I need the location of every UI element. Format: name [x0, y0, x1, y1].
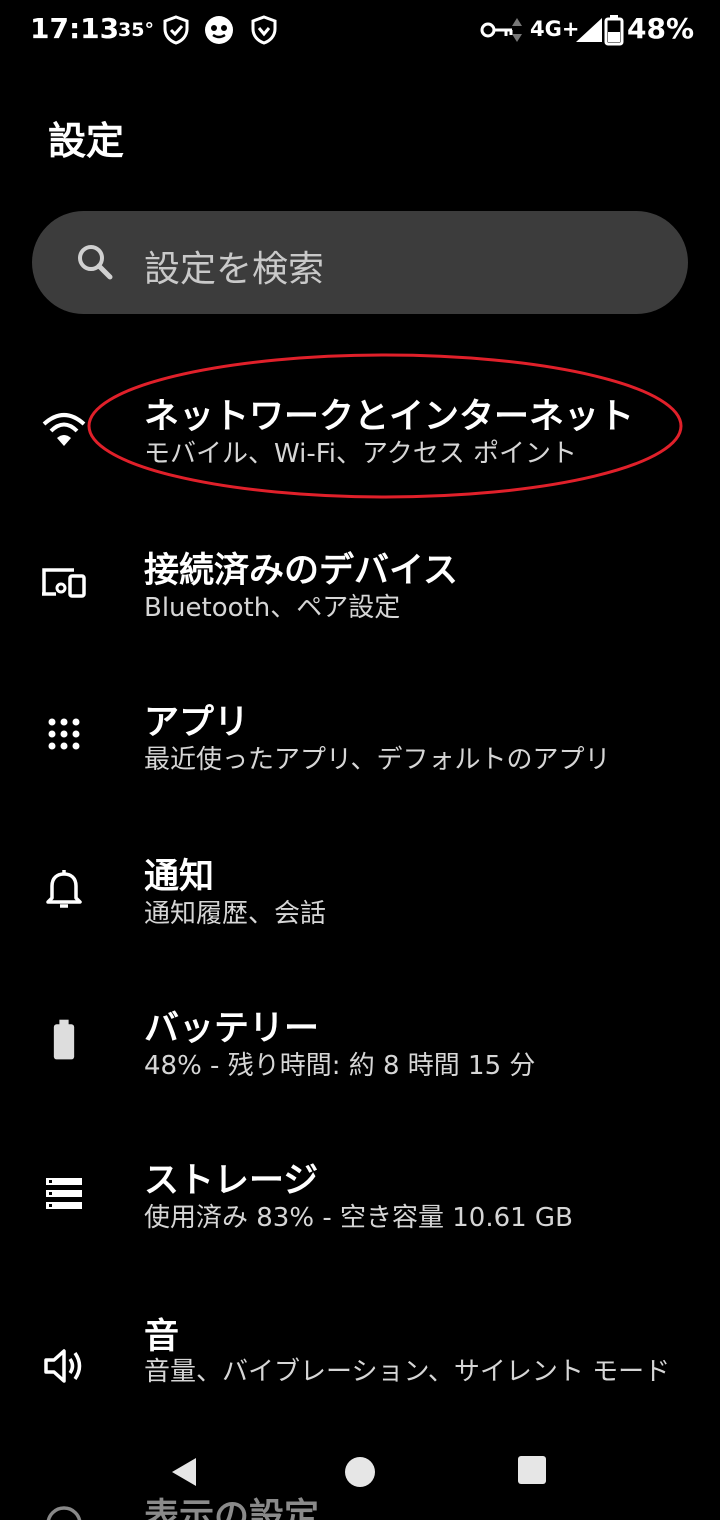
settings-item-connected-devices[interactable]: 接続済みのデバイス Bluetooth、ペア設定 — [0, 516, 720, 656]
status-bar: 17:13 35° 4G+ 48% — [0, 0, 720, 62]
item-title: バッテリー — [144, 1009, 320, 1049]
item-subtitle: モバイル、Wi-Fi、アクセス ポイント — [144, 439, 577, 469]
storage-icon — [46, 1178, 82, 1209]
apps-grid-icon — [48, 718, 80, 750]
battery-percentage: 48% — [627, 12, 695, 45]
item-title: アプリ — [144, 703, 250, 743]
wifi-icon — [42, 413, 86, 446]
item-subtitle: 音量、バイブレーション、サイレント モード — [144, 1357, 671, 1387]
item-title: ネットワークとインターネット — [144, 397, 635, 437]
search-bar[interactable]: 設定を検索 — [32, 211, 688, 314]
settings-item-network[interactable]: ネットワークとインターネット モバイル、Wi-Fi、アクセス ポイント — [0, 362, 720, 502]
settings-item-battery[interactable]: バッテリー 48% - 残り時間: 約 8 時間 15 分 — [0, 974, 720, 1114]
item-subtitle: Bluetooth、ペア設定 — [144, 593, 401, 623]
battery-icon — [53, 1019, 75, 1060]
data-arrows-icon — [512, 18, 522, 42]
shield-check-icon — [163, 15, 189, 45]
search-placeholder: 設定を検索 — [144, 249, 325, 290]
signal-icon — [576, 18, 602, 42]
bell-icon — [46, 870, 82, 908]
item-subtitle: 48% - 残り時間: 約 8 時間 15 分 — [144, 1051, 536, 1081]
devices-icon — [42, 568, 86, 598]
settings-item-storage[interactable]: ストレージ 使用済み 83% - 空き容量 10.61 GB — [0, 1126, 720, 1266]
face-icon — [205, 16, 233, 44]
back-icon[interactable] — [166, 1454, 202, 1490]
page-title: 設定 — [48, 119, 125, 163]
shield-icon — [251, 15, 277, 45]
volume-icon — [44, 1349, 82, 1383]
settings-item-sound[interactable]: 音 音量、バイブレーション、サイレント モード — [0, 1280, 720, 1430]
settings-item-apps[interactable]: アプリ 最近使ったアプリ、デフォルトのアプリ — [0, 668, 720, 808]
status-time: 17:13 — [30, 12, 120, 45]
home-icon[interactable] — [342, 1454, 378, 1490]
item-subtitle: 最近使ったアプリ、デフォルトのアプリ — [144, 745, 611, 775]
recents-icon[interactable] — [516, 1454, 548, 1486]
status-temperature: 35° — [118, 19, 154, 41]
settings-item-notifications[interactable]: 通知 通知履歴、会話 — [0, 822, 720, 962]
navigation-bar — [0, 1440, 720, 1520]
item-title: 接続済みのデバイス — [144, 551, 458, 591]
item-title: 通知 — [144, 857, 215, 897]
item-subtitle: 使用済み 83% - 空き容量 10.61 GB — [144, 1203, 573, 1233]
item-title: 音 — [144, 1317, 180, 1357]
item-title: ストレージ — [144, 1161, 319, 1201]
search-icon — [78, 245, 113, 280]
network-type: 4G+ — [530, 17, 580, 41]
battery-status-icon — [604, 15, 624, 46]
item-subtitle: 通知履歴、会話 — [144, 899, 327, 929]
